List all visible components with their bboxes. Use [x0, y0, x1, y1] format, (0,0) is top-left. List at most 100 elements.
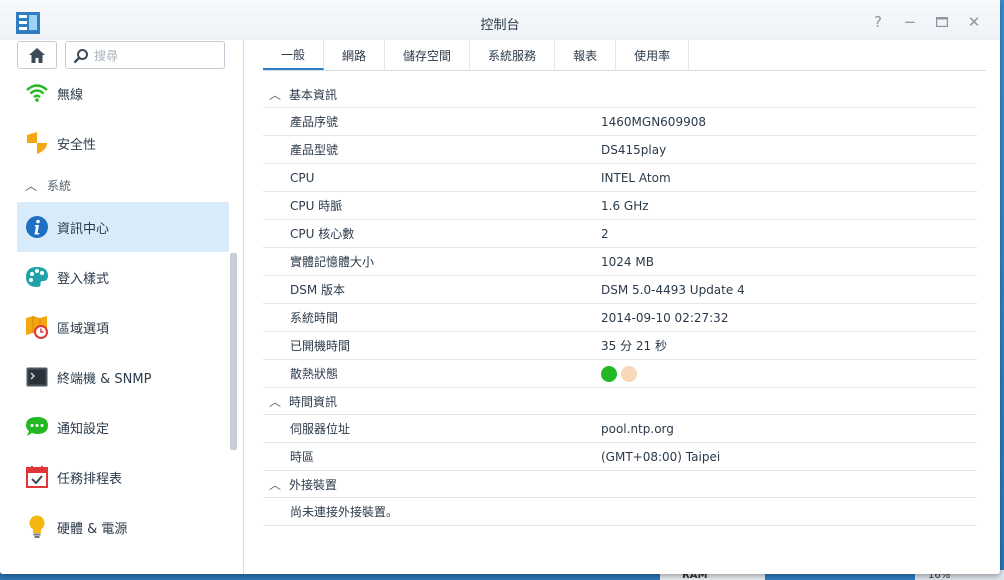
window-title: 控制台	[480, 18, 520, 33]
sidebar-item-label: 資訊中心	[57, 221, 110, 237]
sidebar-item-hardware-power[interactable]: 硬體 & 電源	[17, 502, 229, 552]
info-panel: ︿ 基本資訊 產品序號 1460MGN609908 產品型號 DS415play…	[263, 81, 977, 526]
search-box[interactable]	[65, 41, 225, 69]
shield-icon	[25, 131, 49, 155]
row-value: 2014-09-10 02:27:32	[601, 310, 729, 325]
sidebar-item-label: 終端機 & SNMP	[57, 371, 152, 387]
search-input[interactable]	[94, 47, 220, 65]
tab-storage[interactable]: 儲存空間	[385, 40, 471, 70]
sidebar-item-label: 通知設定	[57, 421, 110, 437]
section-basic-info[interactable]: ︿ 基本資訊	[263, 81, 977, 108]
sidebar-item-security[interactable]: 安全性	[17, 118, 229, 168]
sidebar-item-label: 任務排程表	[57, 471, 123, 487]
thermal-status-dot-warm	[621, 365, 637, 382]
search-icon	[73, 49, 88, 64]
help-button[interactable]: ?	[866, 12, 890, 32]
section-title: 基本資訊	[289, 87, 338, 102]
wifi-icon	[25, 81, 49, 105]
info-icon	[25, 215, 49, 239]
sidebar: 無線 安全性 ︿ 系統	[0, 40, 244, 574]
sidebar-item-label: 安全性	[57, 137, 97, 153]
info-row-cpu-clock: CPU 時脈 1.6 GHz	[263, 192, 977, 220]
sidebar-scrollbar[interactable]	[230, 253, 237, 450]
sidebar-section-label: 系統	[47, 178, 72, 193]
sidebar-section-system[interactable]: ︿ 系統	[17, 168, 229, 202]
sidebar-item-login-style[interactable]: 登入樣式	[17, 252, 229, 302]
row-value: DSM 5.0-4493 Update 4	[601, 282, 745, 297]
help-icon: ?	[874, 13, 882, 31]
sidebar-item-task-scheduler[interactable]: 任務排程表	[17, 452, 229, 502]
chevron-up-icon: ︿	[269, 477, 282, 492]
sidebar-item-regional-options[interactable]: 區域選項	[17, 302, 229, 352]
tab-network[interactable]: 網路	[324, 40, 386, 70]
row-value: 1460MGN609908	[601, 114, 706, 129]
sidebar-item-terminal-snmp[interactable]: 終端機 & SNMP	[17, 352, 229, 402]
terminal-icon	[25, 365, 49, 389]
row-key: CPU 時脈	[290, 199, 343, 213]
info-row-thermal: 散熱狀態	[263, 360, 977, 388]
maximize-icon	[936, 17, 948, 27]
row-key: 已開機時間	[290, 339, 351, 353]
info-row-ntp-server: 伺服器位址 pool.ntp.org	[263, 415, 977, 443]
info-row-serial: 產品序號 1460MGN609908	[263, 108, 977, 136]
home-button[interactable]	[17, 41, 57, 69]
palette-icon	[25, 265, 49, 289]
section-external-devices[interactable]: ︿ 外接裝置	[263, 471, 977, 498]
control-panel-window: 控制台 ? − ✕ 搜尋 無線 安全性 ︿ 系統 資訊中心 登入樣式 區域選項 …	[0, 0, 1000, 574]
sidebar-item-label: 登入樣式	[57, 271, 110, 287]
info-row-cpu: CPU INTEL Atom	[263, 164, 977, 192]
row-value: 1024 MB	[601, 254, 654, 269]
row-key: 時區	[290, 450, 315, 464]
maximize-button[interactable]	[930, 12, 954, 32]
sidebar-item-label: 區域選項	[57, 321, 110, 337]
row-value: 1.6 GHz	[601, 198, 649, 213]
row-key: 產品型號	[290, 143, 339, 157]
tab-usage[interactable]: 使用率	[616, 40, 690, 70]
lightbulb-icon	[25, 515, 49, 539]
titlebar[interactable]: 控制台 ? − ✕	[0, 0, 1000, 40]
tab-services[interactable]: 系統服務	[470, 40, 556, 70]
info-row-memory: 實體記憶體大小 1024 MB	[263, 248, 977, 276]
home-icon	[29, 47, 45, 63]
row-value: DS415play	[601, 142, 667, 157]
info-row-model: 產品型號 DS415play	[263, 136, 977, 164]
sidebar-item-label: 硬體 & 電源	[57, 521, 128, 537]
info-row-dsm-version: DSM 版本 DSM 5.0-4493 Update 4	[263, 276, 977, 304]
row-value: 35 分 21 秒	[601, 339, 667, 353]
sidebar-item-label: 無線	[57, 87, 84, 103]
sidebar-item-info-center[interactable]: 資訊中心	[17, 202, 229, 252]
info-row-uptime: 已開機時間 35 分 21 秒	[263, 332, 977, 360]
tab-general[interactable]: 一般	[263, 40, 325, 70]
info-row-timezone: 時區 (GMT+08:00) Taipei	[263, 443, 977, 471]
row-key: 散熱狀態	[290, 367, 339, 381]
row-key: CPU	[290, 170, 315, 185]
row-key: CPU 核心數	[290, 227, 355, 241]
tab-bar: 一般 網路 儲存空間 系統服務 報表 使用率	[263, 40, 986, 71]
tab-reports[interactable]: 報表	[555, 40, 617, 70]
section-time-info[interactable]: ︿ 時間資訊	[263, 388, 977, 415]
map-clock-icon	[25, 315, 49, 339]
row-key: 系統時間	[290, 311, 339, 325]
row-value: 2	[601, 226, 609, 241]
info-row-system-time: 系統時間 2014-09-10 02:27:32	[263, 304, 977, 332]
close-button[interactable]: ✕	[962, 12, 986, 32]
minimize-icon: −	[903, 13, 917, 31]
row-value: (GMT+08:00) Taipei	[601, 449, 721, 464]
minimize-button[interactable]: −	[898, 12, 922, 32]
chevron-up-icon: ︿	[269, 87, 282, 102]
sidebar-item-wireless[interactable]: 無線	[17, 68, 229, 118]
chevron-up-icon: ︿	[25, 178, 38, 193]
external-devices-note: 尚未連接外接裝置。	[263, 498, 977, 526]
chevron-up-icon: ︿	[269, 394, 282, 409]
row-value: INTEL Atom	[601, 170, 671, 185]
row-key: 產品序號	[290, 115, 339, 129]
row-key: DSM 版本	[290, 283, 346, 297]
section-title: 時間資訊	[289, 394, 338, 409]
chat-bubble-icon	[25, 415, 49, 439]
sidebar-item-notification[interactable]: 通知設定	[17, 402, 229, 452]
info-row-cpu-cores: CPU 核心數 2	[263, 220, 977, 248]
sidebar-nav: 無線 安全性 ︿ 系統 資訊中心 登入樣式 區域選項 終端機 & SNMP 通知…	[17, 68, 229, 552]
calendar-check-icon	[25, 465, 49, 489]
section-title: 外接裝置	[289, 477, 338, 492]
row-value: pool.ntp.org	[601, 421, 674, 436]
